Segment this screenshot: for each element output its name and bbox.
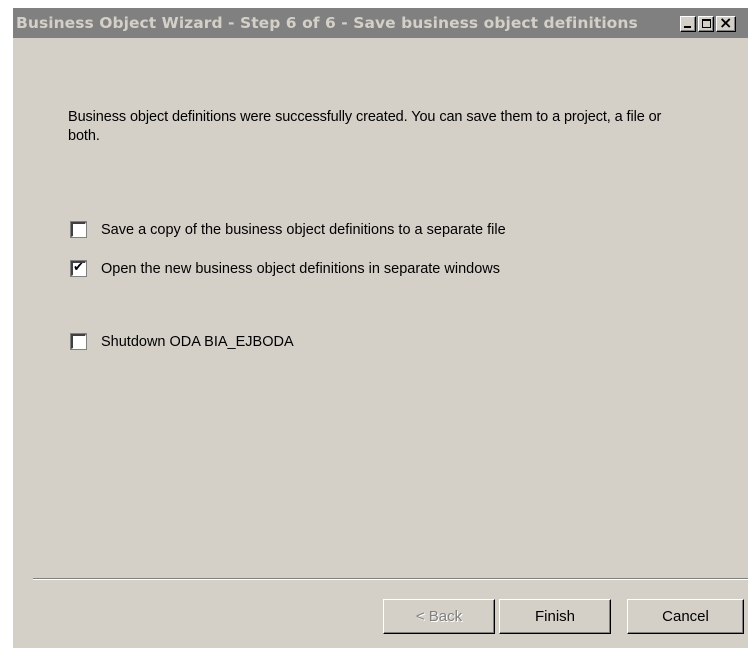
option-shutdown-oda[interactable]: Shutdown ODA BIA_EJBODA xyxy=(71,334,631,351)
option-open-windows[interactable]: ✔ Open the new business object definitio… xyxy=(71,260,631,278)
back-button[interactable]: < Back xyxy=(383,599,495,634)
button-separator xyxy=(33,578,748,580)
open-windows-checkbox[interactable]: ✔ xyxy=(71,260,86,276)
shutdown-oda-label[interactable]: Shutdown ODA BIA_EJBODA xyxy=(101,333,294,351)
close-button[interactable]: × xyxy=(716,13,736,32)
save-copy-label[interactable]: Save a copy of the business object defin… xyxy=(101,221,506,239)
maximize-button[interactable] xyxy=(698,16,714,32)
close-icon: × xyxy=(719,13,733,32)
shutdown-oda-checkbox[interactable] xyxy=(71,334,86,349)
option-save-copy[interactable]: Save a copy of the business object defin… xyxy=(71,222,631,239)
maximize-icon xyxy=(702,19,711,28)
wizard-window: Business Object Wizard - Step 6 of 6 - S… xyxy=(12,7,748,648)
open-windows-label[interactable]: Open the new business object definitions… xyxy=(101,260,500,278)
minimize-icon xyxy=(684,26,691,28)
window-title: Business Object Wizard - Step 6 of 6 - S… xyxy=(16,14,638,32)
intro-message: Business object definitions were success… xyxy=(68,109,662,144)
checkmark-icon: ✔ xyxy=(73,260,84,275)
save-copy-checkbox[interactable] xyxy=(71,222,86,237)
minimize-button[interactable] xyxy=(680,16,696,32)
cancel-button[interactable]: Cancel xyxy=(627,599,744,634)
finish-button[interactable]: Finish xyxy=(499,599,611,634)
title-bar[interactable]: Business Object Wizard - Step 6 of 6 - S… xyxy=(13,8,748,38)
